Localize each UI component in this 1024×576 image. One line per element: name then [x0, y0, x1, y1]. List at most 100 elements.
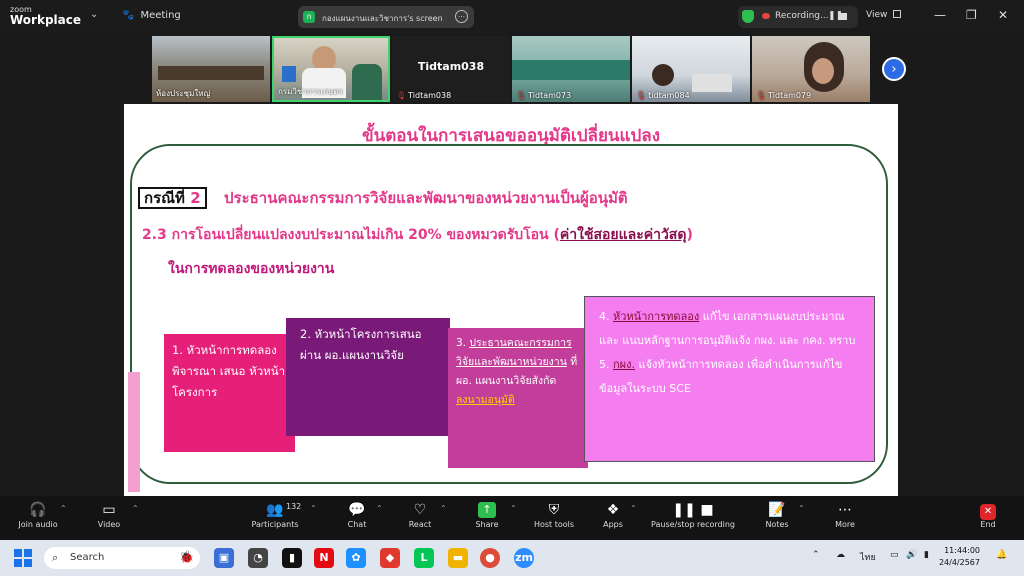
zoom-window: zoom Workplace ⌄ 🐾 Meeting ก กองแผนงานและ…: [0, 0, 1024, 576]
view-label: View: [866, 10, 888, 20]
notes-button[interactable]: 📝 Notes ⌃: [760, 500, 804, 529]
participants-button[interactable]: 👥 132 Participants ⌃: [248, 500, 317, 529]
video-camera-icon: ▭: [102, 502, 116, 518]
end-button[interactable]: ✕ End: [974, 500, 1002, 529]
clock-date: 24/4/2567: [938, 558, 980, 567]
terminal-app-icon[interactable]: ▮: [282, 548, 302, 568]
item-2-3-continued: ในการทดลองของหน่วยงาน: [168, 261, 335, 277]
share-screen-icon: ↑: [478, 502, 496, 518]
shared-screen: ขั้นตอนในการเสนอขออนุมัติเปลี่ยนแปลง กรณ…: [124, 104, 898, 496]
chevron-up-icon: ⌃: [510, 504, 517, 513]
case-number: 2: [190, 189, 201, 207]
participants-count: 132: [286, 502, 302, 511]
shield-icon: ⛨: [548, 502, 560, 518]
search-highlight-icon: 🐞: [179, 550, 194, 564]
step-1-box: 1. หัวหน้าการทดลองพิจารณา เสนอ หัวหน้าโค…: [164, 334, 295, 452]
person-body-2: [352, 64, 382, 100]
heart-icon: ♡: [413, 502, 427, 518]
next-participants-button[interactable]: ›: [882, 57, 906, 81]
zoom-workplace-logo: zoom Workplace: [10, 4, 81, 26]
zoom-app-icon[interactable]: zm: [514, 548, 534, 568]
case-label-text: กรณีที่: [144, 189, 185, 207]
video-button[interactable]: ▭ Video ⌃: [88, 500, 139, 529]
language-indicator[interactable]: ไทย: [860, 550, 876, 564]
step-4-5-box: 4. หัวหน้าการทดลอง แก้ไข เอกสารแผนงบประม…: [584, 296, 875, 462]
apps-icon: ❖: [606, 502, 620, 518]
chevron-up-icon: ⌃: [630, 504, 637, 513]
netflix-app-icon[interactable]: N: [314, 548, 334, 568]
mic-muted-icon: 🎙: [516, 91, 527, 100]
room-object: [512, 60, 630, 80]
participant-name: 🎙 tidtam084: [636, 91, 690, 100]
participant-thumbnail[interactable]: Tidtam038 🎙 Tidtam038: [392, 36, 510, 102]
cloud-record-icon: [762, 13, 770, 19]
chevron-up-icon: ⌃: [440, 504, 447, 513]
volume-icon[interactable]: 🔊: [906, 550, 917, 560]
step-3-box: 3. ประธานคณะกรรมการวิจัยและพัฒนาหน่วยงาน…: [448, 328, 588, 468]
view-button[interactable]: View: [866, 10, 902, 20]
participant-name: ห้องประชุมใหญ่: [156, 89, 211, 98]
logo-bottom-text: Workplace: [10, 13, 82, 27]
slide-side-tab: [128, 372, 140, 492]
tray-chevron-up-icon[interactable]: ⌃: [812, 550, 820, 560]
react-button[interactable]: ♡ React ⌃: [402, 500, 447, 529]
chevron-down-icon[interactable]: ⌄: [90, 9, 98, 20]
colorful-app-icon[interactable]: ✿: [346, 548, 366, 568]
participant-name: 🎙 Tidtam073: [516, 91, 572, 100]
windows-start-icon[interactable]: [14, 549, 32, 567]
join-audio-button[interactable]: 🎧 Join audio ⌃: [14, 500, 66, 529]
chevron-up-icon: ⌃: [60, 504, 67, 513]
chevron-up-icon: ⌃: [798, 504, 805, 513]
meeting-menu[interactable]: 🐾 Meeting: [122, 10, 181, 21]
more-icon: ⋯: [838, 502, 852, 518]
monitor-icon[interactable]: ▭: [890, 550, 899, 560]
mic-muted-icon: 🎙: [396, 91, 407, 100]
mic-muted-icon: 🎙: [636, 91, 647, 100]
participant-thumbnail-active[interactable]: กรมวิชาการเกษตร: [272, 36, 390, 102]
pause-stop-recording-button[interactable]: ❚❚ ■ Pause/stop recording: [650, 500, 736, 529]
participant-display-name: Tidtam038: [417, 60, 485, 73]
paw-icon: 🐾: [122, 10, 135, 21]
share-button[interactable]: ↑ Share ⌃: [470, 500, 517, 529]
participant-name: 🎙 Tidtam079: [756, 91, 812, 100]
item-2-3: 2.3 การโอนเปลี่ยนแปลงงบประมาณไม่เกิน 20%…: [142, 227, 693, 243]
participant-thumbnail[interactable]: ห้องประชุมใหญ่: [152, 36, 270, 102]
more-options-icon[interactable]: …: [455, 10, 468, 23]
taskbar-clock[interactable]: 11:44:00 24/4/2567: [936, 545, 980, 569]
end-meeting-icon: ✕: [980, 504, 996, 520]
apps-button[interactable]: ❖ Apps ⌃: [598, 500, 637, 529]
anydesk-app-icon[interactable]: ◆: [380, 548, 400, 568]
cloud-tray-icon[interactable]: ☁: [836, 550, 845, 560]
close-icon[interactable]: ✕: [998, 8, 1008, 22]
host-tools-button[interactable]: ⛨ Host tools: [532, 500, 576, 529]
chevron-right-icon: ›: [891, 62, 897, 77]
more-button[interactable]: ⋯ More: [830, 500, 860, 529]
chrome-app-icon[interactable]: ●: [480, 548, 500, 568]
mic-muted-icon: 🎙: [756, 91, 767, 100]
case-description: ประธานคณะกรรมการวิจัยและพัฒนาของหน่วยงาน…: [224, 189, 628, 207]
screen-share-indicator[interactable]: ก กองแผนงานและวิชาการ's screen …: [298, 6, 474, 28]
line-app-icon[interactable]: L: [414, 548, 434, 568]
minimize-icon[interactable]: —: [934, 8, 946, 22]
step-2-box: 2. หัวหน้าโครงการเสนอ ผ่าน ผอ.แผนงานวิจั…: [286, 318, 450, 436]
chevron-up-icon: ⌃: [376, 504, 383, 513]
chevron-up-icon: ⌃: [132, 504, 139, 513]
participant-thumbnail[interactable]: 🎙 tidtam084: [632, 36, 750, 102]
stop-icon[interactable]: [840, 13, 847, 20]
task-view-icon[interactable]: ▣: [214, 548, 234, 568]
room-table: [158, 66, 264, 80]
pause-stop-icon: ❚❚ ■: [672, 502, 714, 518]
shield-icon: [742, 10, 754, 23]
restore-icon[interactable]: ❐: [966, 8, 977, 22]
notification-bell-icon[interactable]: 🔔: [996, 550, 1007, 560]
person-face: [812, 58, 834, 84]
file-explorer-icon[interactable]: ▬: [448, 548, 468, 568]
recording-indicator[interactable]: Recording... ❚❚: [738, 6, 858, 28]
chat-button[interactable]: 💬 Chat ⌃: [340, 500, 383, 529]
speedometer-app-icon[interactable]: ◔: [248, 548, 268, 568]
title-bar: zoom Workplace ⌄ 🐾 Meeting ก กองแผนงานและ…: [0, 0, 1024, 34]
participant-thumbnail[interactable]: 🎙 Tidtam079: [752, 36, 870, 102]
taskbar-search[interactable]: ⌕ Search 🐞: [44, 547, 200, 569]
participant-thumbnail[interactable]: 🎙 Tidtam073: [512, 36, 630, 102]
battery-icon[interactable]: ▮: [924, 550, 929, 560]
